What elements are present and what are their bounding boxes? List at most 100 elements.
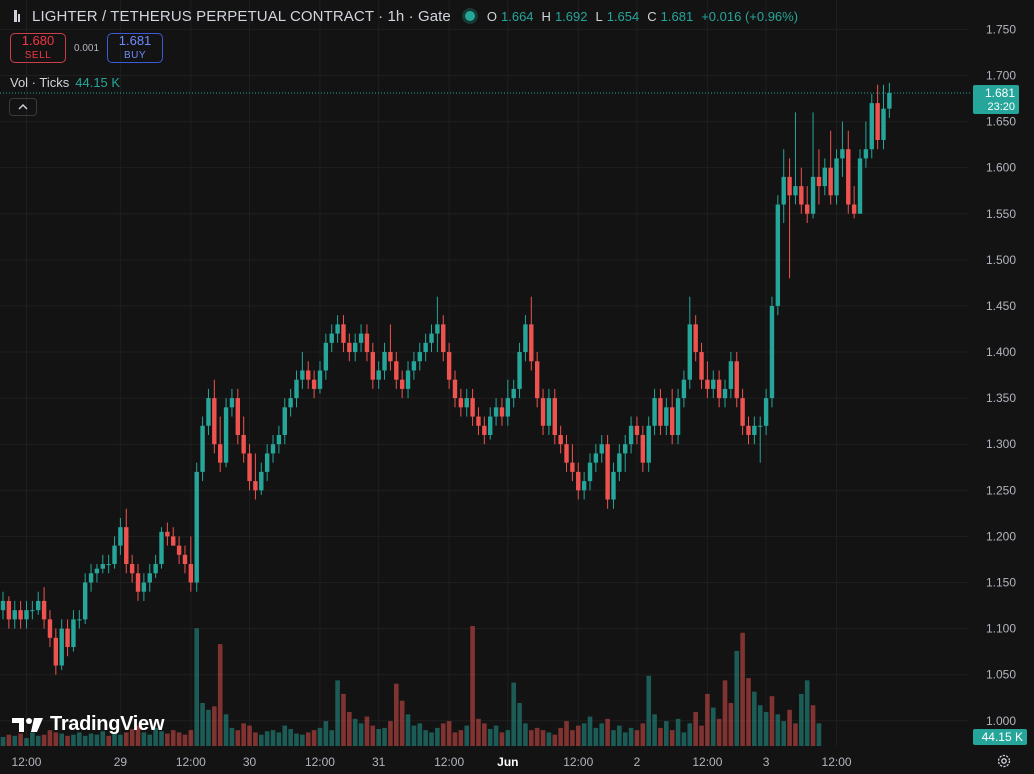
candle-body [511,388,516,399]
candle-body [370,352,376,380]
volume-bar [41,734,47,746]
volume-bar [24,738,29,746]
volume-bar [288,729,293,746]
candle-body [217,444,223,463]
candle-body [863,149,869,159]
price-tick-label: 1.450 [986,299,1016,313]
candle-body [576,471,581,491]
volume-bar [781,721,787,746]
volume-bar [305,732,311,746]
price-tick-label: 1.550 [986,207,1016,221]
candle-body [499,407,505,417]
candle-body [294,379,299,399]
time-tick-label: 12:00 [692,755,722,769]
candle-body [241,435,246,454]
candle-body [18,610,23,620]
volume-bar [270,730,276,746]
low-label: L [595,8,603,24]
candle-body [476,416,481,426]
candle-body [53,637,59,666]
symbol-title[interactable]: LIGHTER / TETHERUS PERPETUAL CONTRACT · … [32,8,451,25]
candle-body [581,481,587,491]
candle-body [329,333,334,343]
candle-body [716,379,722,399]
candle-body [12,610,17,620]
candle-body [869,103,874,150]
volume-bar [253,732,258,746]
volume-bar [206,709,211,746]
candle-body [851,204,857,214]
candle-body [728,361,734,389]
candle-body [358,333,364,343]
time-tick-label: 12:00 [563,755,593,769]
candle-body [353,342,358,353]
volume-bar [71,734,76,746]
candle-body [206,398,211,426]
candle-body [570,462,575,472]
candle-body [699,352,704,380]
candle-body [94,568,100,574]
buy-button[interactable]: 1.681 BUY [107,33,164,63]
volume-bar [599,723,605,746]
symbol-icon[interactable] [10,8,24,24]
volume-bar [552,734,558,746]
candle-body [652,398,657,426]
candle-body [534,361,540,399]
price-tick-label: 1.350 [986,391,1016,405]
time-tick-label: 12:00 [11,755,41,769]
candle-body [529,324,534,362]
candle-body [640,435,646,463]
volume-bar [716,718,722,746]
volume-bar [746,678,751,746]
buy-price: 1.681 [118,33,152,48]
volume-bar [487,729,493,746]
time-tick-label: 12:00 [822,755,852,769]
candle-body [840,149,845,159]
price-axis[interactable]: 1.750 1.700 1.650 1.600 1.550 1.500 1.450 1.400… [986,22,1016,727]
time-axis[interactable]: 12:00 29 12:00 30 12:00 31 12:00 Jun 12:00 2 12:00… [11,755,851,769]
candle-body [623,444,628,454]
price-tick-label: 1.100 [986,622,1016,636]
time-tick-label: Jun [497,755,518,769]
candle-body [722,388,728,399]
candle-body [881,108,886,140]
candle-body [599,444,604,454]
sell-button[interactable]: 1.680 SELL [10,33,66,63]
price-tick-label: 1.250 [986,483,1016,497]
candle-body [417,352,422,362]
candle-body [112,545,117,565]
volume-bar [587,716,593,746]
candle-body [810,176,816,214]
volume-bar [147,734,153,746]
collapse-legend-button[interactable] [9,98,37,116]
volume-bar [517,702,522,746]
sell-price: 1.680 [21,33,55,48]
tradingview-watermark[interactable]: TradingView [12,713,164,736]
volume-bar [470,626,475,746]
volume-bar [534,727,540,746]
open-label: O [486,8,497,24]
chevron-up-icon [18,104,28,110]
price-tick-label: 1.050 [986,668,1016,682]
volume-bar [335,680,340,746]
volume-bar [646,675,651,746]
change-value: +0.016 (+0.96%) [701,8,799,24]
high-value: 1.692 [554,8,588,24]
volume-bar [446,721,452,746]
candle-body [887,92,892,109]
chart-canvas[interactable]: 1.750 1.700 1.650 1.600 1.550 1.500 1.450 1.400… [0,0,1034,774]
price-tick-label: 1.200 [986,529,1016,543]
candle-body [229,398,235,408]
candle-body [129,564,135,574]
volume-bar [423,730,428,746]
candle-body [135,573,141,592]
price-tick-label: 1.400 [986,345,1016,359]
candle-body [558,435,563,445]
candle-body [47,619,53,638]
settings-button[interactable] [993,750,1015,772]
candle-body [734,361,739,399]
volume-legend[interactable]: Vol · Ticks 44.15 K [10,75,120,90]
candle-body [488,416,493,435]
volume-bar [681,732,687,746]
volume-bar [241,723,246,746]
